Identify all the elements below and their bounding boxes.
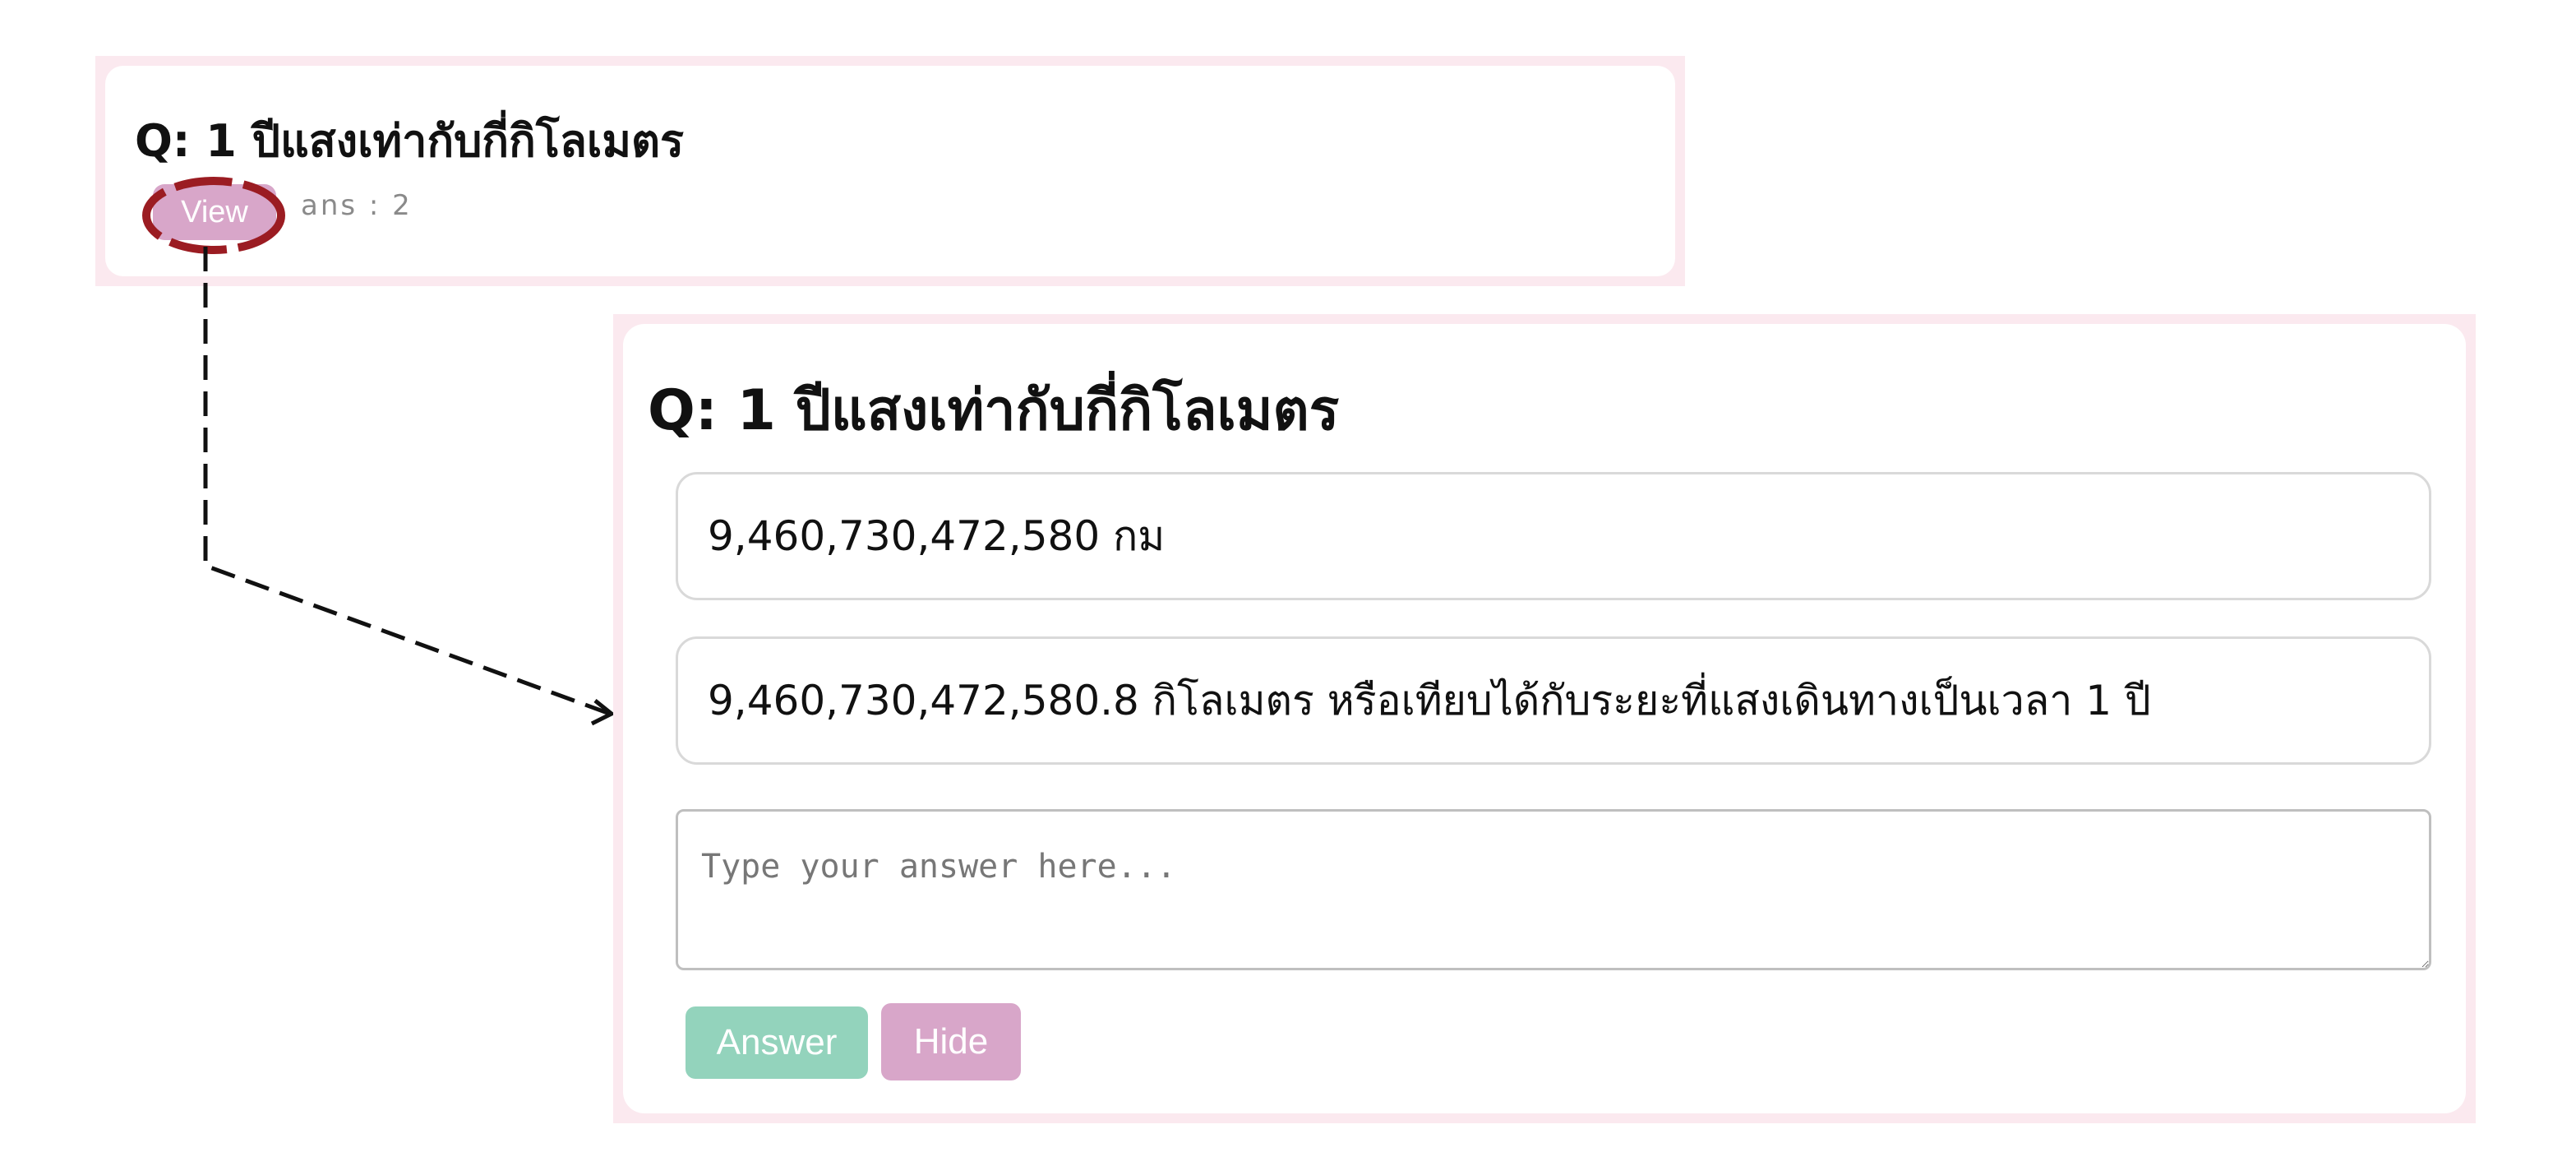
answer-item: 9,460,730,472,580 กม: [676, 472, 2431, 600]
answer-button[interactable]: Answer: [686, 1006, 868, 1079]
question-card-collapsed: Q: 1 ปีแสงเท่ากับกี่กิโลเมตร View ans : …: [95, 56, 1685, 286]
expanded-question-title: Q: 1 ปีแสงเท่ากับกี่กิโลเมตร: [648, 378, 1340, 443]
screenshot-stage: Q: 1 ปีแสงเท่ากับกี่กิโลเมตร View ans : …: [0, 0, 2576, 1166]
answer-input[interactable]: [676, 809, 2431, 970]
view-button-wrapper: View: [142, 173, 288, 254]
answer-count: ans : 2: [301, 189, 413, 222]
question-title: Q: 1 ปีแสงเท่ากับกี่กิโลเมตร: [135, 115, 685, 167]
question-card-collapsed-body: Q: 1 ปีแสงเท่ากับกี่กิโลเมตร View ans : …: [105, 66, 1675, 276]
hide-button[interactable]: Hide: [881, 1003, 1021, 1080]
arrow-head-icon: [590, 699, 616, 726]
question-card-expanded-body: Q: 1 ปีแสงเท่ากับกี่กิโลเมตร 9,460,730,4…: [623, 324, 2466, 1113]
answer-item: 9,460,730,472,580.8 กิโลเมตร หรือเทียบได…: [676, 636, 2431, 765]
arrow-path: [203, 247, 611, 716]
question-card-expanded: Q: 1 ปีแสงเท่ากับกี่กิโลเมตร 9,460,730,4…: [613, 314, 2476, 1123]
view-button[interactable]: View: [153, 184, 276, 240]
